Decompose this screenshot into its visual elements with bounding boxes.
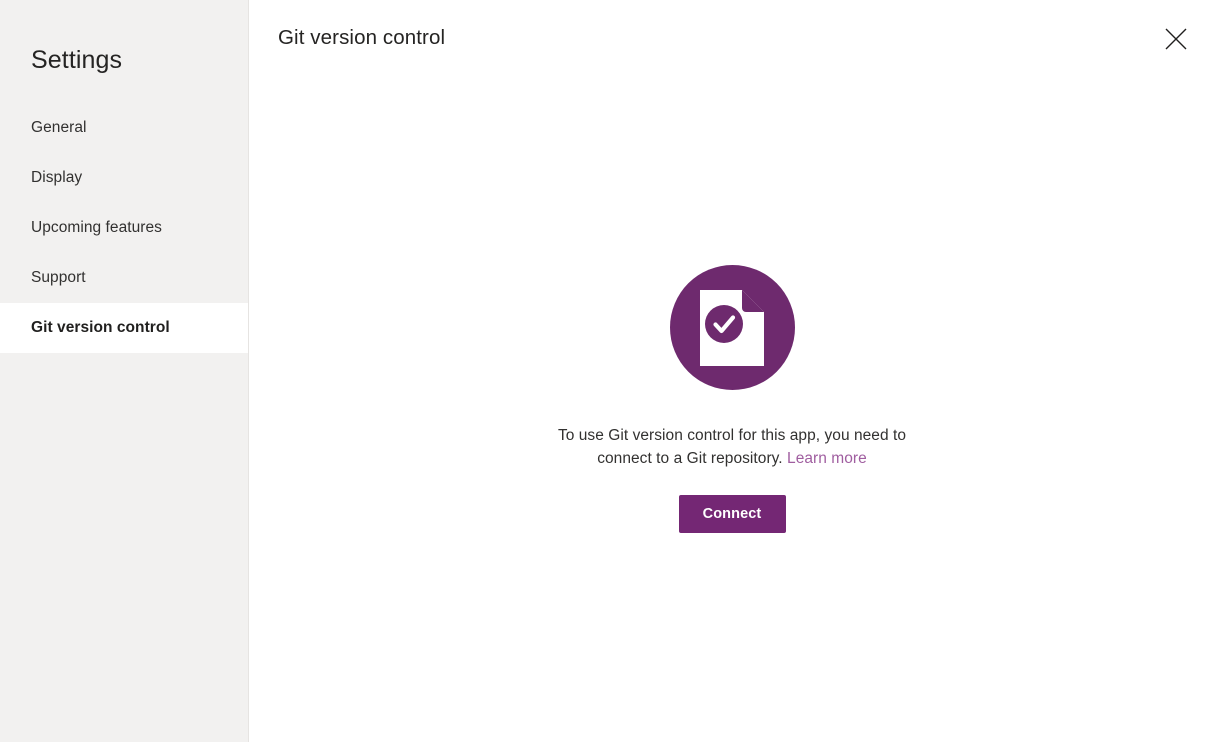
sidebar-item-git-version-control[interactable]: Git version control <box>0 303 248 353</box>
sidebar-item-label: General <box>31 119 87 136</box>
close-icon <box>1164 27 1188 51</box>
document-check-icon <box>696 288 768 368</box>
settings-main-panel: Git version control To use Git version c… <box>249 0 1215 742</box>
settings-dialog: Settings General Display Upcoming featur… <box>0 0 1215 742</box>
sidebar-item-general[interactable]: General <box>0 103 249 153</box>
settings-sidebar: Settings General Display Upcoming featur… <box>0 0 249 742</box>
connect-button[interactable]: Connect <box>678 495 786 533</box>
sidebar-item-support[interactable]: Support <box>0 253 249 303</box>
sidebar-item-label: Upcoming features <box>31 219 162 236</box>
git-empty-illustration <box>669 265 795 390</box>
close-button[interactable] <box>1155 18 1197 60</box>
sidebar-title: Settings <box>31 46 123 74</box>
learn-more-link[interactable]: Learn more <box>787 450 867 467</box>
sidebar-item-display[interactable]: Display <box>0 153 249 203</box>
sidebar-item-label: Git version control <box>31 319 170 336</box>
empty-state: To use Git version control for this app,… <box>249 265 1215 533</box>
settings-nav: General Display Upcoming features Suppor… <box>0 103 249 353</box>
sidebar-item-label: Support <box>31 269 86 286</box>
empty-state-message: To use Git version control for this app,… <box>532 424 932 470</box>
page-title: Git version control <box>278 26 446 49</box>
sidebar-item-upcoming-features[interactable]: Upcoming features <box>0 203 249 253</box>
sidebar-item-label: Display <box>31 169 83 186</box>
